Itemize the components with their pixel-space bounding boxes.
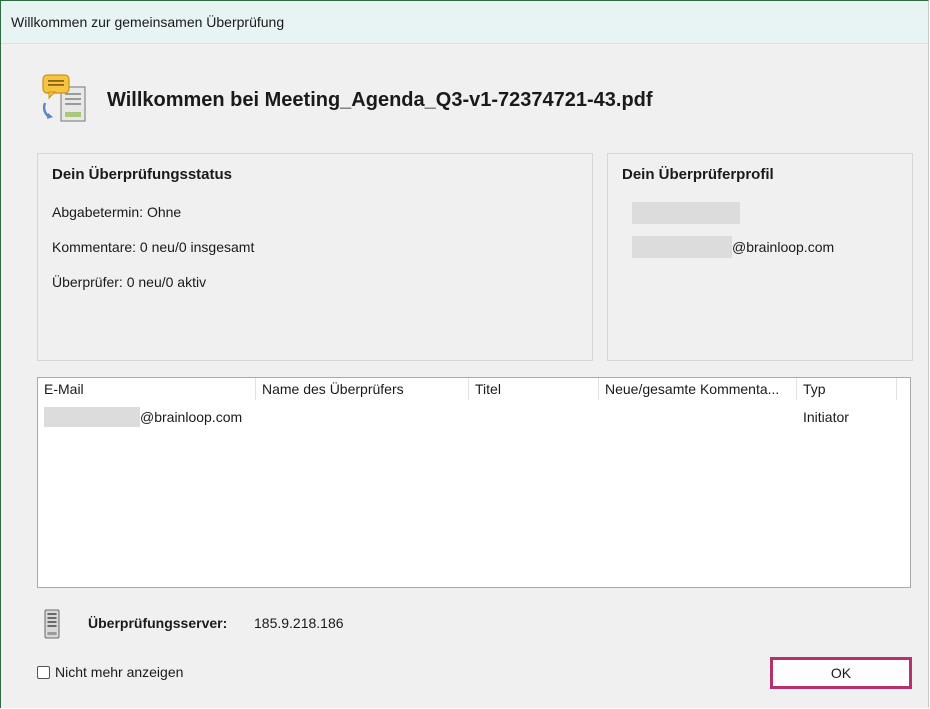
server-address: 185.9.218.186	[254, 615, 344, 631]
status-heading: Dein Überprüfungsstatus	[52, 166, 233, 183]
server-icon	[44, 609, 60, 639]
column-header-title[interactable]: Titel	[469, 378, 599, 400]
redacted-email-user	[44, 407, 140, 427]
column-header-name[interactable]: Name des Überprüfers	[256, 378, 469, 400]
checkbox-label: Nicht mehr anzeigen	[55, 664, 184, 680]
server-label: Überprüfungsserver:	[88, 615, 228, 631]
review-welcome-dialog: Willkommen zur gemeinsamen Überprüfung W…	[0, 0, 929, 708]
window-title: Willkommen zur gemeinsamen Überprüfung	[11, 14, 285, 30]
profile-email-domain: @brainloop.com	[732, 239, 835, 255]
reviewers-table[interactable]: E-Mail Name des Überprüfers Titel Neue/g…	[37, 377, 911, 588]
profile-heading: Dein Überprüferprofil	[622, 166, 774, 183]
review-status-panel: Dein Überprüfungsstatus Abgabetermin: Oh…	[37, 153, 593, 361]
column-header-email[interactable]: E-Mail	[38, 378, 256, 400]
table-row[interactable]: @brainloop.com Initiator	[38, 406, 910, 428]
document-title: Willkommen bei Meeting_Agenda_Q3-v1-7237…	[107, 89, 653, 111]
column-header-type[interactable]: Typ	[797, 378, 897, 400]
reviewers-text: Überprüfer: 0 neu/0 aktiv	[52, 274, 207, 290]
review-document-icon	[42, 74, 86, 122]
title-bar[interactable]: Willkommen zur gemeinsamen Überprüfung	[1, 1, 928, 44]
column-header-comments[interactable]: Neue/gesamte Kommenta...	[599, 378, 797, 400]
dont-show-again-checkbox[interactable]: Nicht mehr anzeigen	[37, 664, 183, 680]
row-email-domain: @brainloop.com	[140, 409, 243, 425]
reviewer-profile-panel: Dein Überprüferprofil @brainloop.com	[607, 153, 913, 361]
profile-email: @brainloop.com	[632, 236, 834, 258]
deadline-text: Abgabetermin: Ohne	[52, 204, 182, 220]
comments-text: Kommentare: 0 neu/0 insgesamt	[52, 239, 255, 255]
checkbox-box[interactable]	[37, 665, 50, 679]
redacted-name	[632, 202, 740, 224]
table-header: E-Mail Name des Überprüfers Titel Neue/g…	[38, 378, 910, 400]
ok-button[interactable]: OK	[770, 657, 912, 689]
row-type: Initiator	[803, 409, 849, 425]
redacted-email-user	[632, 236, 732, 258]
row-email: @brainloop.com	[38, 407, 256, 427]
